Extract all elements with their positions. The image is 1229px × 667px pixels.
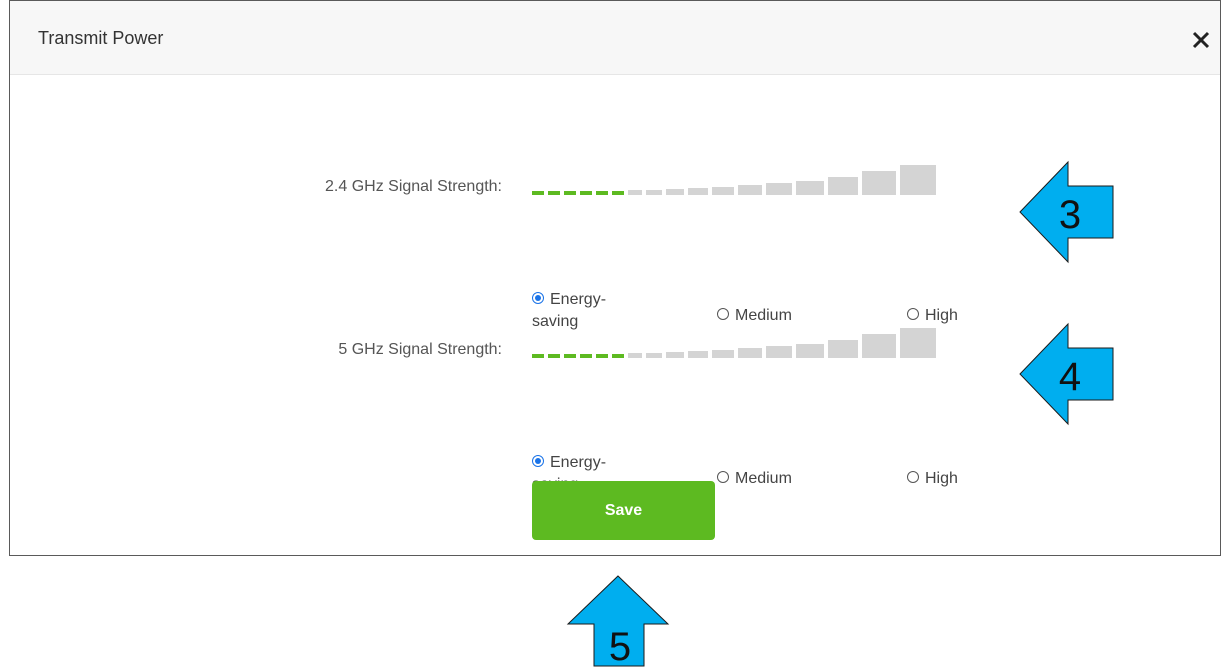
signal-bar [828,177,858,195]
callout-number-4: 4 [1059,355,1081,399]
close-icon[interactable] [1190,29,1212,51]
energy-label: Energy- [550,291,607,308]
signal-bar [738,185,762,195]
band-5-strength-meter[interactable] [532,324,990,358]
signal-bar [628,353,642,358]
band-5-medium-radio[interactable]: Medium [717,468,792,490]
signal-bar [628,190,642,195]
high-label: High [925,470,958,487]
signal-bar [900,328,936,358]
signal-bar [580,191,592,195]
signal-bar [596,191,608,195]
transmit-power-dialog: Transmit Power 2.4 GHz Signal Strength: … [9,0,1221,556]
callout-number-3: 3 [1059,193,1081,237]
signal-bar [666,189,684,195]
radio-unchecked-icon [907,308,919,320]
energy-label: Energy- [550,454,607,471]
signal-bar [666,352,684,358]
signal-bar [612,354,624,358]
band-5-label: 5 GHz Signal Strength: [338,341,502,358]
signal-bar [688,351,708,358]
signal-bar [532,354,544,358]
radio-unchecked-icon [717,308,729,320]
dialog-header: Transmit Power [10,1,1220,75]
signal-bar [828,340,858,358]
callout-arrow-4-icon: 4 [1019,322,1114,426]
band-24-strength-meter[interactable] [532,161,990,195]
signal-bar [738,348,762,358]
signal-bar [712,187,734,195]
callout-arrow-5-icon: 5 [566,575,670,667]
signal-bar [548,191,560,195]
signal-bar [580,354,592,358]
callout-number-5: 5 [609,625,631,667]
signal-bar [564,354,576,358]
radio-unchecked-icon [717,471,729,483]
callout-arrow-3-icon: 3 [1019,160,1114,264]
signal-bar [564,191,576,195]
signal-bar [532,191,544,195]
signal-bar [766,183,792,195]
signal-bar [596,354,608,358]
radio-unchecked-icon [907,471,919,483]
signal-bar [548,354,560,358]
signal-bar [796,344,824,358]
radio-checked-icon [532,455,544,467]
medium-label: Medium [735,470,792,487]
band-24-label: 2.4 GHz Signal Strength: [325,178,502,195]
signal-bar [766,346,792,358]
band-5-high-radio[interactable]: High [907,468,958,490]
signal-bar [862,171,896,195]
signal-bar [688,188,708,195]
signal-bar [646,190,662,195]
signal-bar [612,191,624,195]
signal-bar [646,353,662,358]
dialog-title: Transmit Power [38,28,164,48]
signal-bar [862,334,896,358]
signal-bar [712,350,734,358]
signal-bar [796,181,824,195]
signal-bar [900,165,936,195]
save-button[interactable]: Save [532,481,715,540]
radio-checked-icon [532,292,544,304]
